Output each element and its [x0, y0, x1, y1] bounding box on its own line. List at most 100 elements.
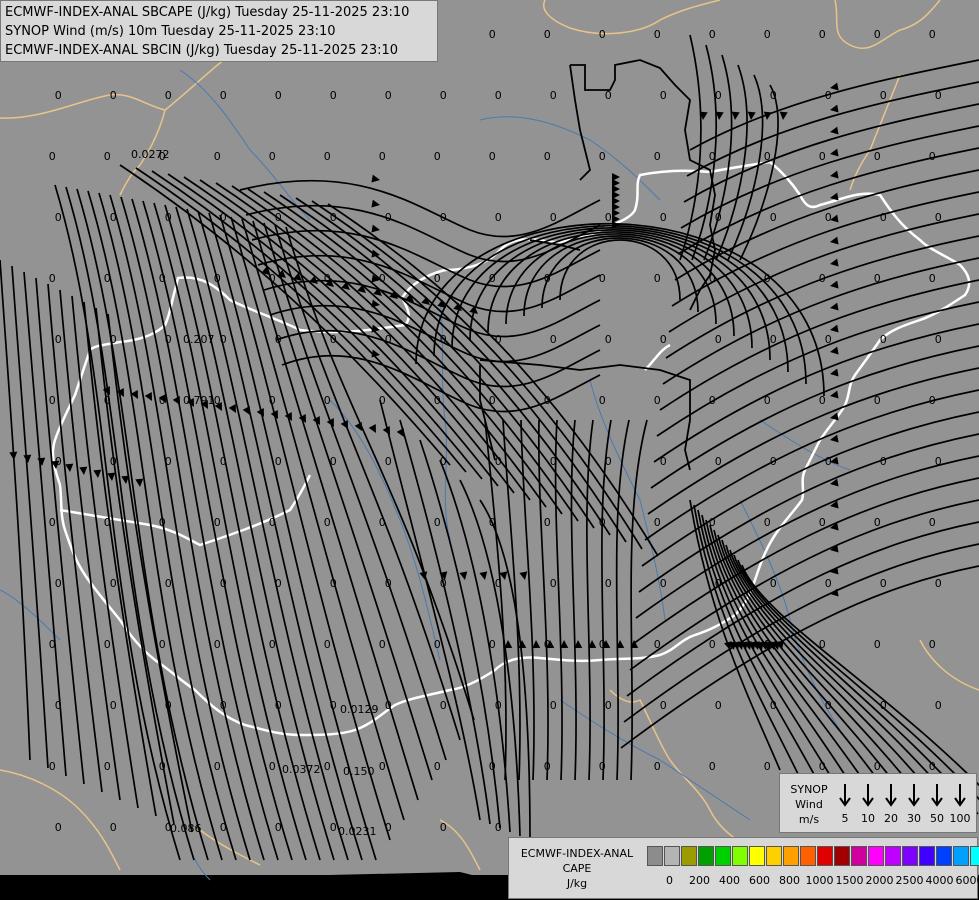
zero-label: 0	[654, 150, 661, 163]
zero-label: 0	[110, 821, 117, 834]
zero-label: 0	[220, 89, 227, 102]
zero-label: 0	[660, 211, 667, 224]
zero-label: 0	[764, 150, 771, 163]
zero-label: 0	[269, 394, 276, 407]
zero-label: 0	[440, 821, 447, 834]
zero-label: 0	[440, 89, 447, 102]
cape-legend: ECMWF-INDEX-ANAL CAPE J/kg 0 200 400 600 800…	[508, 837, 979, 899]
zero-label: 0	[269, 760, 276, 773]
zero-label: 0	[550, 333, 557, 346]
zero-label: 0	[599, 28, 606, 41]
cape-swatch	[783, 846, 799, 866]
zero-label: 0	[220, 333, 227, 346]
zero-label: 0	[825, 211, 832, 224]
zero-label: 0	[599, 394, 606, 407]
zero-label: 0	[544, 28, 551, 41]
zero-label: 0	[825, 699, 832, 712]
zero-label: 0	[715, 89, 722, 102]
wind-legend-value: 10	[861, 812, 875, 825]
zero-label: 0	[654, 272, 661, 285]
zero-label: 0	[385, 821, 392, 834]
zero-label: 0	[605, 577, 612, 590]
zero-label: 0	[330, 333, 337, 346]
zero-label: 0	[104, 760, 111, 773]
zero-label: 0	[379, 272, 386, 285]
cape-legend-title: ECMWF-INDEX-ANAL	[520, 847, 634, 860]
zero-label: 0	[935, 699, 942, 712]
cape-swatch	[715, 846, 731, 866]
zero-label: 0	[550, 577, 557, 590]
zero-label: 0	[660, 333, 667, 346]
zero-label: 0	[880, 89, 887, 102]
wind-legend-subtitle: Wind	[795, 798, 823, 811]
zero-label: 0	[104, 394, 111, 407]
zero-label: 0	[660, 89, 667, 102]
zero-label: 0	[605, 89, 612, 102]
zero-label: 0	[385, 455, 392, 468]
cape-swatch	[834, 846, 850, 866]
cape-tick-label: 2000	[865, 874, 894, 887]
zero-label: 0	[385, 89, 392, 102]
zero-label: 0	[440, 577, 447, 590]
zero-label: 0	[715, 455, 722, 468]
zero-label: 0	[165, 455, 172, 468]
zero-label: 0	[709, 150, 716, 163]
cape-swatch	[902, 846, 918, 866]
cape-swatch	[817, 846, 833, 866]
zero-label: 0	[165, 89, 172, 102]
zero-label: 0	[495, 699, 502, 712]
zero-label: 0	[55, 577, 62, 590]
wind-legend-label: SYNOP Wind m/s	[784, 782, 834, 827]
zero-label: 0	[330, 89, 337, 102]
zero-label: 0	[495, 333, 502, 346]
zero-label: 0	[55, 821, 62, 834]
zero-label: 0	[825, 333, 832, 346]
zero-label: 0	[550, 699, 557, 712]
header-line-sbcape: ECMWF-INDEX-ANAL SBCAPE (J/kg) Tuesday 2…	[5, 5, 410, 20]
zero-label: 0	[330, 821, 337, 834]
zero-label: 0	[770, 89, 777, 102]
zero-label: 0	[495, 821, 502, 834]
zero-label: 0	[165, 699, 172, 712]
zero-label: 0	[654, 28, 661, 41]
zero-label: 0	[214, 638, 221, 651]
zero-label: 0	[770, 333, 777, 346]
zero-label: 0	[275, 211, 282, 224]
cape-swatch	[851, 846, 867, 866]
zero-label: 0	[110, 333, 117, 346]
zero-label: 0	[55, 333, 62, 346]
zero-label: 0	[874, 272, 881, 285]
zero-label: 0	[929, 150, 936, 163]
zero-label: 0	[770, 455, 777, 468]
zero-label: 0	[715, 333, 722, 346]
zero-label: 0	[104, 638, 111, 651]
zero-label: 0	[110, 699, 117, 712]
cape-swatch	[800, 846, 816, 866]
zero-label: 0	[434, 394, 441, 407]
zero-label: 0	[275, 333, 282, 346]
zero-label: 0	[764, 272, 771, 285]
zero-label: 0	[55, 89, 62, 102]
zero-label: 0	[489, 760, 496, 773]
value-label: 0.0231	[338, 825, 377, 838]
zero-label: 0	[550, 89, 557, 102]
zero-label: 0	[159, 394, 166, 407]
zero-label: 0	[440, 211, 447, 224]
zero-label: 0	[214, 272, 221, 285]
zero-label: 0	[214, 760, 221, 773]
zero-label: 0	[324, 272, 331, 285]
zero-label: 0	[544, 760, 551, 773]
zero-label: 0	[324, 394, 331, 407]
zero-label: 0	[385, 699, 392, 712]
zero-label: 0	[819, 150, 826, 163]
zero-label: 0	[220, 577, 227, 590]
zero-label: 0	[770, 577, 777, 590]
zero-label: 0	[654, 638, 661, 651]
zero-label: 0	[159, 760, 166, 773]
zero-label: 0	[715, 211, 722, 224]
zero-label: 0	[379, 394, 386, 407]
value-label: 0.207	[183, 333, 215, 346]
zero-label: 0	[165, 333, 172, 346]
wind-arrow-icon	[839, 784, 851, 807]
value-label: 0.0129	[340, 703, 379, 716]
